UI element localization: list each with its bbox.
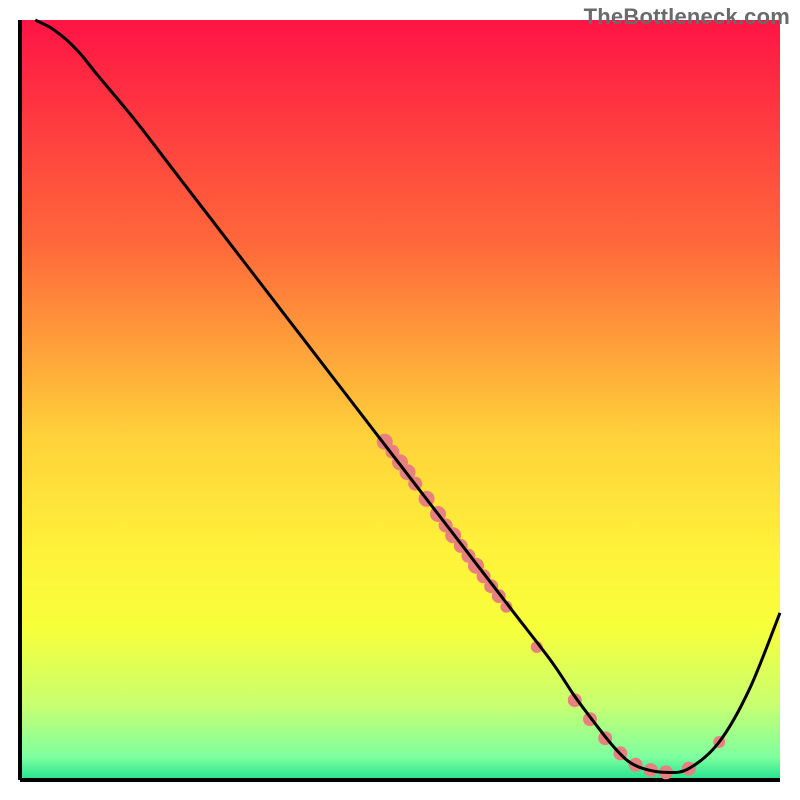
watermark-text: TheBottleneck.com <box>584 4 790 30</box>
chart-stage: TheBottleneck.com <box>0 0 800 800</box>
bottleneck-chart <box>0 0 800 800</box>
gradient-background <box>20 20 780 780</box>
